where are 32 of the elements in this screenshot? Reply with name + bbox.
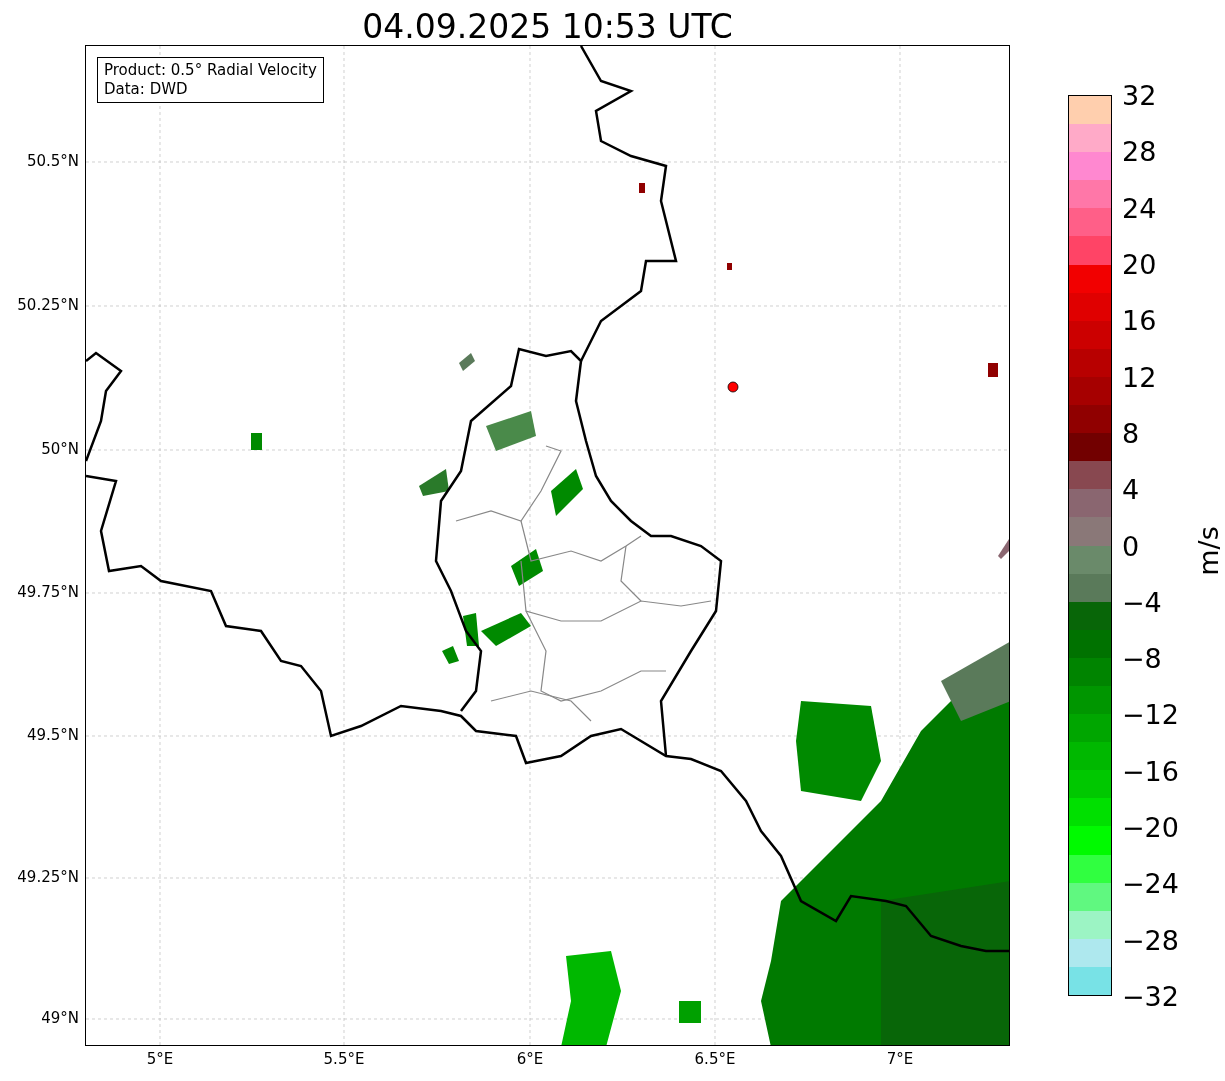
longitude-label: 5.5°E	[323, 1050, 365, 1068]
colorbar-tick-label: 0	[1122, 530, 1140, 561]
latitude-label: 49.5°N	[26, 726, 79, 744]
latitude-label: 49.25°N	[17, 868, 79, 886]
colorbar-tick-label: −32	[1122, 980, 1179, 1012]
latitude-label: 50.5°N	[26, 152, 79, 170]
colorbar-tick-label: 20	[1122, 248, 1157, 280]
longitude-label: 6.5°E	[694, 1050, 736, 1068]
longitude-label: 6°E	[516, 1050, 544, 1068]
latitude-label: 49°N	[41, 1009, 79, 1027]
colorbar-tick-label: 28	[1122, 135, 1157, 167]
colorbar-tick-label: 32	[1122, 79, 1157, 111]
info-box: Product: 0.5° Radial Velocity Data: DWD	[97, 57, 324, 103]
colorbar-tick-label: 8	[1122, 417, 1140, 449]
colorbar-tick-label: −8	[1122, 642, 1162, 674]
colorbar-tick-label: 16	[1122, 304, 1157, 336]
colorbar-tick-label: 24	[1122, 192, 1157, 224]
colorbar-tick-label: 4	[1122, 473, 1140, 505]
colorbar-tick-label: −20	[1122, 811, 1179, 843]
colorbar-tick-label: 12	[1122, 361, 1157, 393]
longitude-label: 7°E	[886, 1050, 914, 1068]
latitude-label: 50.25°N	[17, 296, 79, 314]
colorbar-label: m/s	[1192, 526, 1224, 576]
latitude-label: 50°N	[41, 440, 79, 458]
colorbar-tick-label: −28	[1122, 924, 1179, 956]
latitude-label: 49.75°N	[17, 583, 79, 601]
chart-title: 04.09.2025 10:53 UTC	[361, 6, 734, 45]
colorbar-tick-label: −12	[1122, 698, 1179, 730]
colorbar-tick-label: −24	[1122, 867, 1179, 899]
colorbar-tick-label: −4	[1122, 586, 1162, 618]
colorbar-tick-label: −16	[1122, 755, 1179, 787]
longitude-label: 5°E	[146, 1050, 174, 1068]
